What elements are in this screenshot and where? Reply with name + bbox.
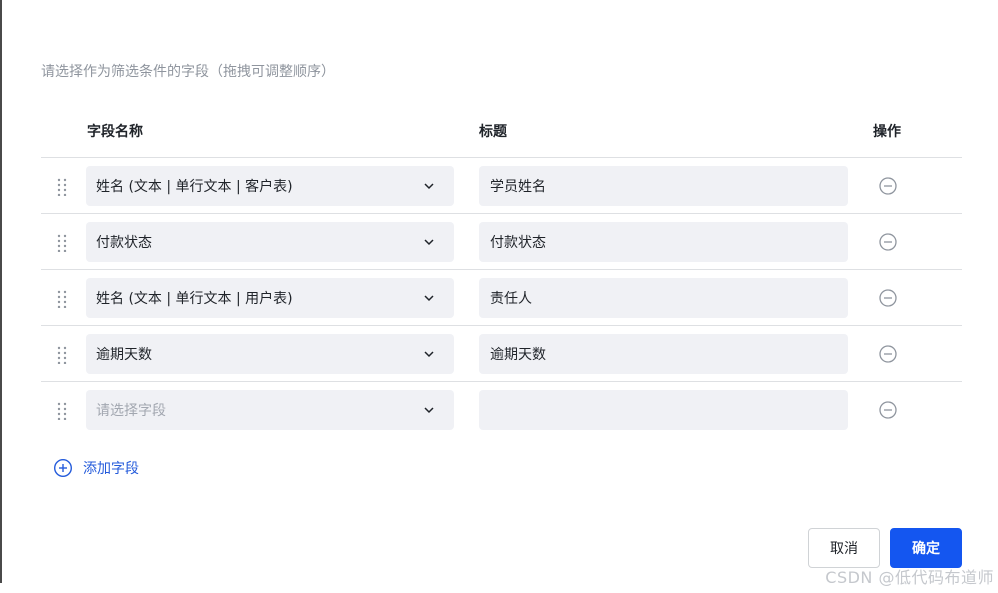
- field-select-placeholder: 请选择字段: [96, 403, 166, 419]
- minus-circle-icon[interactable]: [878, 400, 898, 420]
- filter-row: 姓名 (文本 | 单行文本 | 用户表): [41, 269, 962, 325]
- filter-row: 姓名 (文本 | 单行文本 | 客户表): [41, 157, 962, 213]
- minus-circle-icon[interactable]: [878, 232, 898, 252]
- chevron-down-icon: [424, 295, 434, 302]
- drag-handle-icon[interactable]: [55, 346, 69, 364]
- minus-circle-icon[interactable]: [878, 344, 898, 364]
- field-select[interactable]: 姓名 (文本 | 单行文本 | 用户表): [86, 278, 454, 318]
- field-select[interactable]: 姓名 (文本 | 单行文本 | 客户表): [86, 166, 454, 206]
- column-header-title: 标题: [479, 124, 507, 140]
- cancel-button[interactable]: 取消: [808, 528, 880, 568]
- watermark: CSDN @低代码布道师: [825, 568, 994, 587]
- chevron-down-icon: [424, 239, 434, 246]
- drag-handle-icon[interactable]: [55, 178, 69, 196]
- title-input[interactable]: [479, 222, 848, 262]
- add-field-label: 添加字段: [83, 461, 139, 477]
- title-input[interactable]: [479, 390, 848, 430]
- drag-handle-icon[interactable]: [55, 402, 69, 420]
- drag-handle-icon[interactable]: [55, 234, 69, 252]
- field-select-value: 姓名 (文本 | 单行文本 | 用户表): [96, 291, 293, 307]
- plus-circle-icon: [53, 458, 73, 478]
- field-select[interactable]: 付款状态: [86, 222, 454, 262]
- field-select[interactable]: 请选择字段: [86, 390, 454, 430]
- field-select-value: 付款状态: [96, 235, 152, 251]
- column-header-field: 字段名称: [87, 124, 143, 140]
- drag-handle-icon[interactable]: [55, 290, 69, 308]
- filter-row: 请选择字段: [41, 381, 962, 437]
- add-field-button[interactable]: 添加字段: [53, 458, 139, 478]
- filter-row: 逾期天数: [41, 325, 962, 381]
- minus-circle-icon[interactable]: [878, 176, 898, 196]
- filter-row: 付款状态: [41, 213, 962, 269]
- chevron-down-icon: [424, 407, 434, 414]
- title-input[interactable]: [479, 166, 848, 206]
- column-header-action: 操作: [873, 124, 901, 140]
- confirm-button[interactable]: 确定: [890, 528, 962, 568]
- chevron-down-icon: [424, 351, 434, 358]
- field-select-value: 姓名 (文本 | 单行文本 | 客户表): [96, 179, 293, 195]
- title-input[interactable]: [479, 334, 848, 374]
- filter-hint-text: 请选择作为筛选条件的字段（拖拽可调整顺序）: [41, 64, 335, 80]
- chevron-down-icon: [424, 183, 434, 190]
- minus-circle-icon[interactable]: [878, 288, 898, 308]
- left-edge-border: [0, 0, 2, 583]
- field-select-value: 逾期天数: [96, 347, 152, 363]
- filter-field-list: 姓名 (文本 | 单行文本 | 客户表) 付款状态 姓名 (文本 | 单行文本 …: [41, 157, 962, 437]
- title-input[interactable]: [479, 278, 848, 318]
- field-select[interactable]: 逾期天数: [86, 334, 454, 374]
